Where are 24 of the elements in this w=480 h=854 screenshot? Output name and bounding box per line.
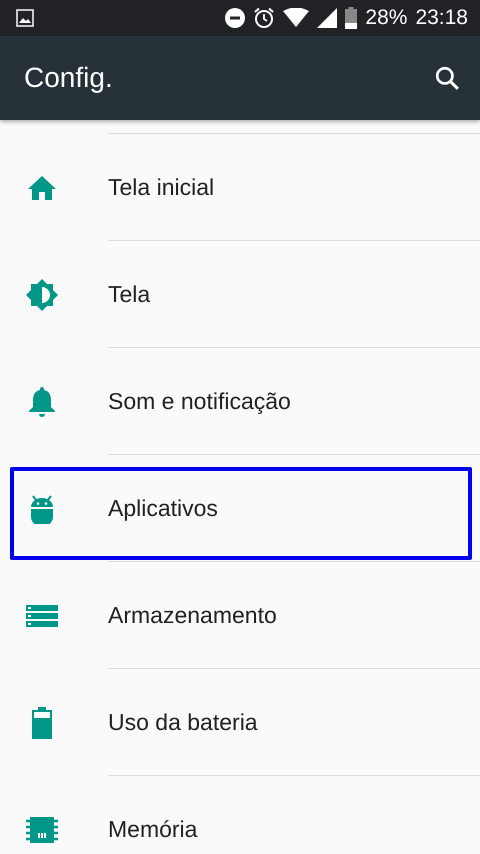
settings-item-label: Armazenamento	[108, 602, 277, 629]
settings-item-label: Uso da bateria	[108, 709, 258, 736]
image-icon	[16, 9, 34, 27]
settings-item-label: Tela	[108, 281, 150, 308]
settings-item-label: Som e notificação	[108, 388, 291, 415]
screen-title: Config.	[24, 62, 113, 94]
search-icon	[434, 65, 460, 91]
settings-item-label: Tela inicial	[108, 174, 214, 201]
chip-icon	[26, 816, 58, 842]
battery-icon	[345, 7, 358, 29]
settings-item-label: Memória	[108, 816, 198, 843]
battery-percentage: 28%	[365, 6, 408, 30]
alarm-icon	[253, 7, 276, 29]
brightness-icon	[26, 278, 58, 310]
android-icon	[30, 494, 54, 524]
settings-item-label: Aplicativos	[108, 495, 218, 522]
home-icon	[28, 176, 56, 200]
battery-icon	[32, 706, 52, 738]
wifi-icon	[283, 8, 310, 28]
clock: 23:18	[415, 6, 468, 30]
bell-icon	[29, 386, 55, 416]
storage-icon	[26, 604, 58, 626]
signal-icon	[317, 8, 338, 28]
do-not-disturb-icon	[225, 8, 246, 28]
